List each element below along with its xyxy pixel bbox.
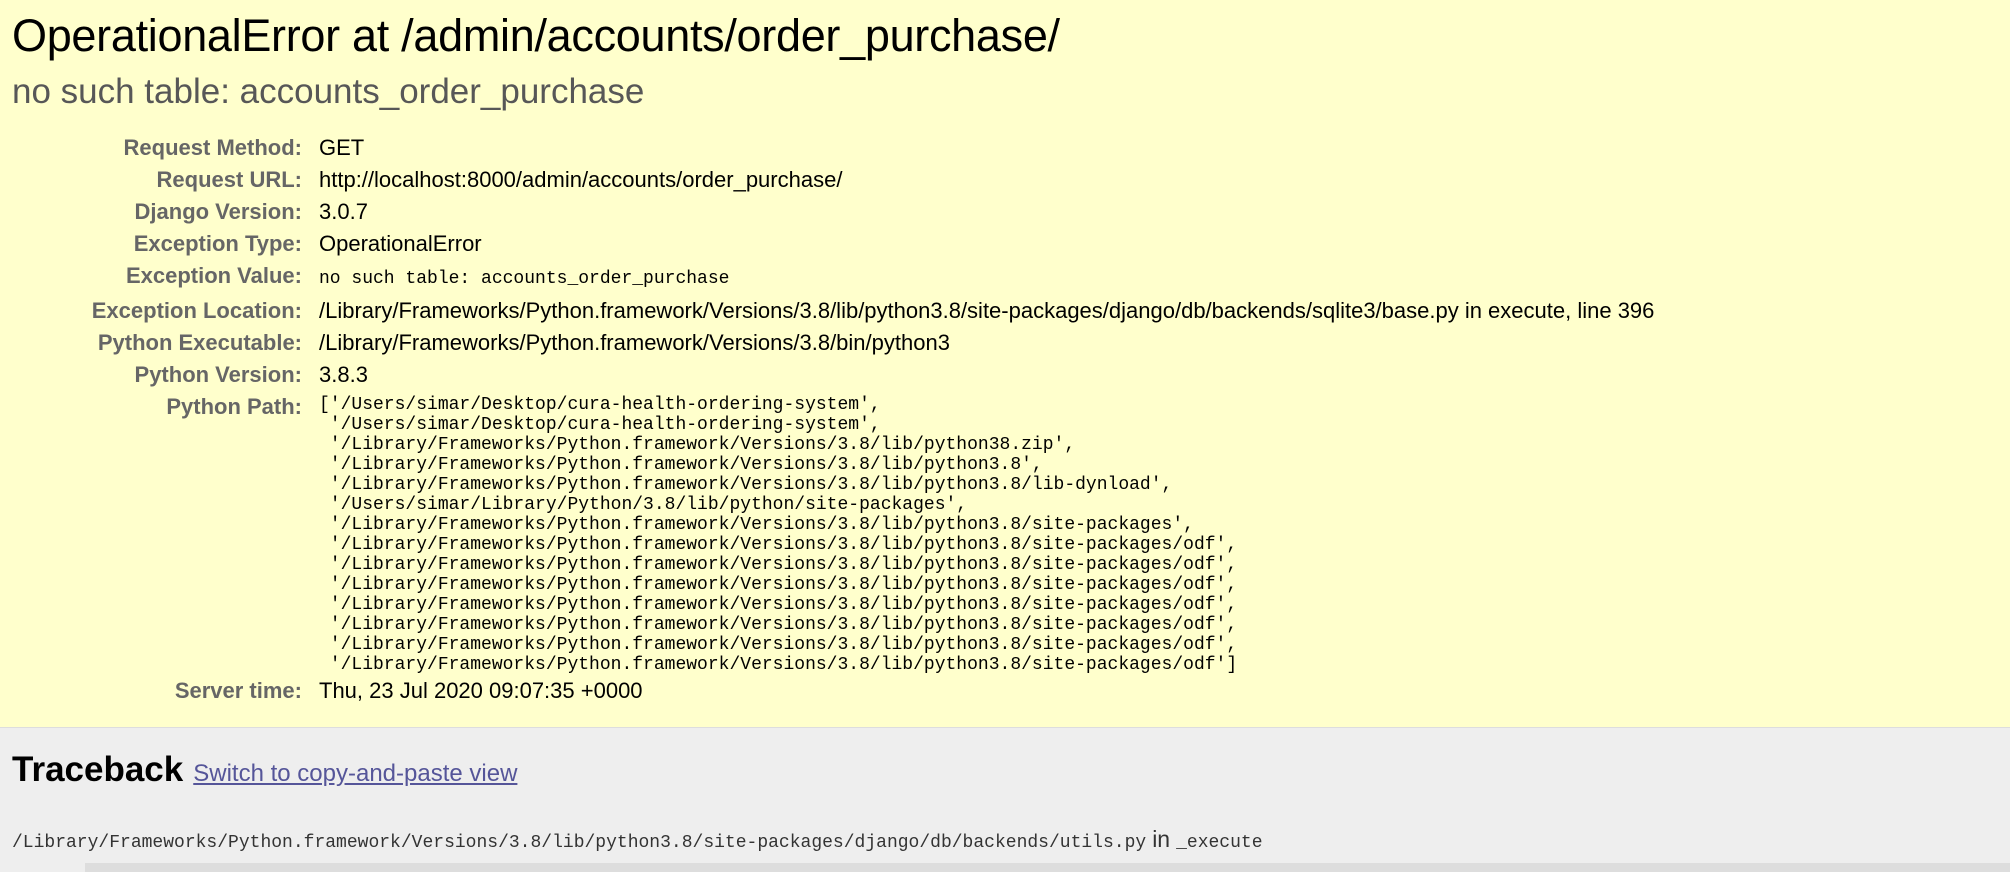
meta-row-exception-value: Exception Value: no such table: accounts… [12,260,1654,295]
page-title: OperationalError at /admin/accounts/orde… [12,10,1060,61]
frame-function: _execute [1176,833,1263,853]
meta-label: Request URL: [156,167,302,192]
meta-value: 3.8.3 [319,362,368,387]
meta-label: Exception Location: [91,298,302,323]
meta-label: Exception Type: [133,231,302,256]
python-path-value: ['/Users/simar/Desktop/cura-health-order… [319,395,1238,675]
error-summary: OperationalError at /admin/accounts/orde… [0,0,2010,728]
meta-value: GET [319,135,365,160]
meta-label: Exception Value: [125,263,302,288]
traceback-title: Traceback [12,750,184,789]
meta-value: /Library/Frameworks/Python.framework/Ver… [319,298,1655,323]
meta-row-request-method: Request Method: GET [12,132,1654,164]
error-message: no such table: accounts_order_purchase [12,72,645,111]
meta-row-server-time: Server time: Thu, 23 Jul 2020 09:07:35 +… [12,675,1654,707]
meta-row-exception-type: Exception Type: OperationalError [12,228,1654,260]
meta-label: Python Path: [166,394,302,419]
traceback-section: Traceback Switch to copy-and-paste view … [0,728,2010,853]
meta-row-python-executable: Python Executable: /Library/Frameworks/P… [12,327,1654,359]
meta-value: /Library/Frameworks/Python.framework/Ver… [319,330,950,355]
meta-row-django-version: Django Version: 3.0.7 [12,196,1654,228]
meta-value: http://localhost:8000/admin/accounts/ord… [319,167,843,192]
meta-row-python-path: Python Path: ['/Users/simar/Desktop/cura… [12,391,1654,675]
frame-filename: /Library/Frameworks/Python.framework/Ver… [12,833,1147,853]
meta-row-python-version: Python Version: 3.8.3 [12,359,1654,391]
traceback-frame[interactable]: /Library/Frameworks/Python.framework/Ver… [12,826,1998,853]
meta-value: OperationalError [319,231,482,256]
meta-value: 3.0.7 [319,199,368,224]
frame-context-bar[interactable] [85,863,2010,872]
meta-label: Request Method: [123,135,302,160]
meta-row-request-url: Request URL: http://localhost:8000/admin… [12,164,1654,196]
meta-label: Python Version: [134,362,302,387]
switch-copy-paste-link[interactable]: Switch to copy-and-paste view [193,752,517,796]
meta-value: no such table: accounts_order_purchase [319,269,730,289]
meta-value: Thu, 23 Jul 2020 09:07:35 +0000 [319,678,643,703]
traceback-heading: Traceback Switch to copy-and-paste view [12,748,1998,796]
meta-row-exception-location: Exception Location: /Library/Frameworks/… [12,295,1655,327]
meta-label: Server time: [174,678,302,703]
frame-in-label: in [1152,826,1171,852]
request-meta-table: Request Method: GET Request URL: http://… [12,132,1655,707]
meta-label: Django Version: [134,199,302,224]
meta-label: Python Executable: [97,330,302,355]
